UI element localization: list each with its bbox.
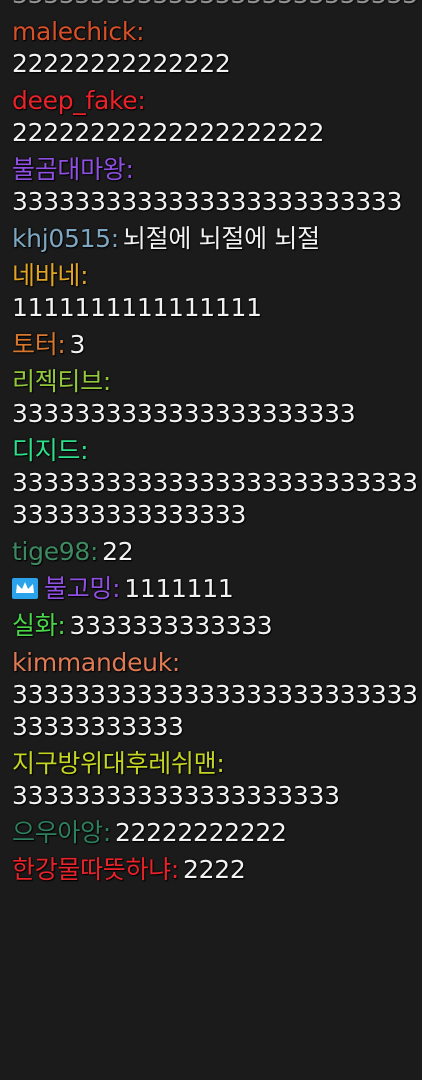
chat-text: 3333333333333333333333333333333333333 <box>12 680 418 741</box>
chat-username[interactable]: 지구방위대후레쉬맨 <box>12 749 217 778</box>
chat-colon: : <box>137 86 146 115</box>
chat-message: 네바네: 1111111111111111 <box>12 260 422 324</box>
chat-colon: : <box>57 611 66 640</box>
chat-message: kimmandeuk: 33333333333333333333333333333… <box>12 647 422 743</box>
chat-colon: : <box>171 648 180 677</box>
chat-message: 리젝티브: 3333333333333333333333 <box>12 366 422 430</box>
chat-message: 한강물따뜻하냐: 2222 <box>12 854 422 886</box>
chat-username[interactable]: 네바네 <box>12 261 80 290</box>
chat-colon: : <box>80 436 89 465</box>
chat-colon: : <box>90 537 99 566</box>
chat-text: 3 <box>69 330 86 359</box>
chat-colon: : <box>216 749 225 778</box>
chat-colon: : <box>136 17 145 46</box>
chat-username[interactable]: 리젝티브 <box>12 367 103 396</box>
chat-username[interactable]: 한강물따뜻하냐 <box>12 855 171 884</box>
chat-text: 333333333333333333333 <box>12 781 340 810</box>
chat-text: 22222222222222 <box>12 49 231 78</box>
chat-colon: : <box>170 855 180 884</box>
crown-badge-icon <box>12 578 38 599</box>
chat-text: 22 <box>102 537 134 566</box>
chat-colon: : <box>125 155 134 184</box>
chat-message: 실화: 3333333333333 <box>12 610 422 642</box>
chat-message: 지구방위대후레쉬맨: 333333333333333333333 <box>12 748 422 812</box>
chat-colon: : <box>110 224 119 253</box>
chat-message: malechick: 22222222222222 <box>12 16 422 80</box>
chat-text: 3333333333333333333333 <box>12 399 356 428</box>
chat-username[interactable]: 불고밍 <box>44 574 112 603</box>
chat-text: 3333333333333 <box>69 611 273 640</box>
chat-username[interactable]: malechick <box>12 17 136 46</box>
chat-colon: : <box>57 330 66 359</box>
chat-log: 33333333333333333333333333malechick:2222… <box>0 0 422 891</box>
chat-colon: : <box>102 818 111 847</box>
chat-username[interactable]: 토터 <box>12 330 58 359</box>
chat-message: 불고밍: 1111111 <box>12 573 422 605</box>
chat-username[interactable]: tige98 <box>12 537 90 566</box>
chat-text: 3333333333333333333333333333333333333333… <box>12 468 418 529</box>
chat-colon: : <box>102 367 111 396</box>
chat-message: tige98: 22 <box>12 536 422 568</box>
chat-username[interactable]: khj0515 <box>12 224 111 253</box>
chat-username[interactable]: kimmandeuk <box>12 648 172 677</box>
chat-message: 토터: 3 <box>12 329 422 361</box>
chat-message: deep_fake: 22222222222222222222 <box>12 85 422 149</box>
chat-text: 1111111111111111 <box>12 293 262 322</box>
chat-username[interactable]: 불곰대마왕 <box>12 155 126 184</box>
chat-text: 22222222222222222222 <box>12 118 325 147</box>
chat-text: 뇌절에 뇌절에 뇌절 <box>122 224 320 253</box>
chat-text: 33333333333333333333333333 <box>12 0 418 9</box>
chat-username[interactable]: 실화 <box>12 611 58 640</box>
chat-colon: : <box>80 261 89 290</box>
chat-text: 1111111 <box>124 574 234 603</box>
chat-message: 디지드: 333333333333333333333333333333333333… <box>12 435 422 531</box>
chat-message: khj0515: 뇌절에 뇌절에 뇌절 <box>12 223 422 255</box>
chat-message: 불곰대마왕: 3333333333333333333333333 <box>12 154 422 218</box>
chat-username[interactable]: 디지드 <box>12 436 80 465</box>
chat-colon: : <box>112 574 121 603</box>
chat-username[interactable]: 으우아앙 <box>12 818 103 847</box>
chat-username[interactable]: deep_fake <box>12 86 138 115</box>
chat-text: 2222 <box>183 855 246 884</box>
chat-message: 33333333333333333333333333 <box>12 0 422 11</box>
chat-text: 22222222222 <box>114 818 287 847</box>
chat-message: 으우아앙: 22222222222 <box>12 817 422 849</box>
chat-text: 3333333333333333333333333 <box>12 187 403 216</box>
